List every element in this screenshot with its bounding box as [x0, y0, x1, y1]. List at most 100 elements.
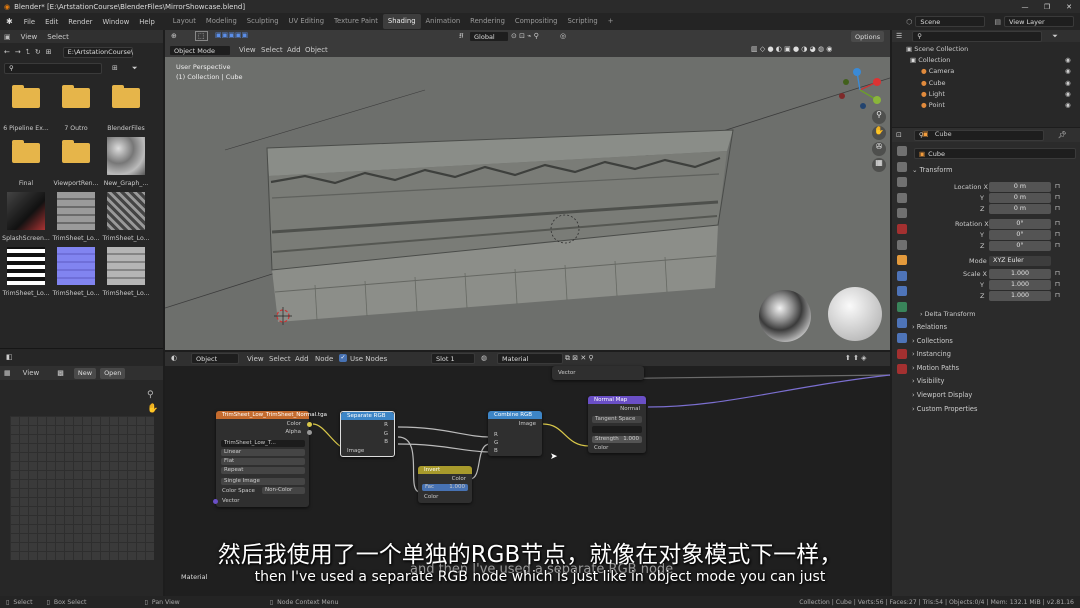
image-thumbnail[interactable]	[7, 247, 45, 285]
file-item-label[interactable]: 7 Outro	[51, 125, 101, 132]
tab-uv-editing[interactable]: UV Editing	[284, 14, 329, 29]
section-visibility[interactable]: › Visibility	[912, 377, 944, 385]
pin-icon[interactable]: 📌︎	[1058, 131, 1067, 139]
socket-alpha-out[interactable]	[307, 430, 312, 435]
folder-icon[interactable]	[57, 137, 95, 175]
move-view-icon[interactable]: ✋	[872, 126, 886, 140]
properties-tab-texture-icon[interactable]	[897, 364, 907, 375]
menu-window[interactable]: Window	[97, 18, 134, 26]
properties-tab-output-icon[interactable]	[897, 177, 907, 188]
file-item-label[interactable]: BlenderFiles	[101, 125, 151, 132]
lock-icon[interactable]: ⊓	[1055, 204, 1060, 212]
zoom-view-icon[interactable]: ⚲	[872, 110, 886, 124]
outliner-filter-icon[interactable]: ⏷	[1052, 32, 1058, 41]
tab-modeling[interactable]: Modeling	[201, 14, 242, 29]
file-item-label[interactable]: TrimSheet_Lo...	[101, 290, 151, 297]
file-item-label[interactable]: TrimSheet_Lo...	[51, 290, 101, 297]
collapse-icon[interactable]: ◧	[6, 353, 13, 361]
scale-y-field[interactable]: 1.000	[989, 280, 1051, 290]
outliner-item-point[interactable]: ● Point ◉	[921, 101, 1071, 109]
section-instancing[interactable]: › Instancing	[912, 350, 951, 358]
visibility-eye-icon[interactable]: ◉	[1065, 101, 1071, 109]
invert-fac-slider[interactable]: Fac 1.000	[422, 484, 468, 491]
3d-viewport[interactable]: ⊕ ⬚ ▣▣▣▣▣ ⭿ Global ⊙ ⊡ ⌁ ⚲ ◎ Options Obj…	[165, 30, 890, 350]
file-browser-view-menu[interactable]: View	[21, 33, 38, 41]
vector-node-stub[interactable]: Vector	[552, 366, 644, 380]
location-x-field[interactable]: 0 m	[989, 182, 1051, 192]
tab-texture-paint[interactable]: Texture Paint	[329, 14, 383, 29]
properties-tab-render-icon[interactable]	[897, 161, 907, 172]
invert-node[interactable]: Invert Color Fac 1.000 Color	[418, 466, 472, 503]
image-thumbnail[interactable]	[107, 137, 145, 175]
properties-tab-material-icon[interactable]	[897, 348, 907, 359]
menu-help[interactable]: Help	[134, 18, 160, 26]
properties-tab-view-layer-icon[interactable]	[897, 192, 907, 203]
outliner-search[interactable]: ⚲	[912, 30, 1043, 42]
scene-collection-item[interactable]: ▣ Scene Collection	[906, 45, 968, 53]
visibility-eye-icon[interactable]: ◉	[1065, 90, 1071, 98]
properties-tab-world-icon[interactable]	[897, 224, 907, 234]
image-browse-icon[interactable]: ▩	[57, 369, 64, 377]
tab-animation[interactable]: Animation	[421, 14, 466, 29]
normal-map-node[interactable]: Normal Map Normal Tangent Space Strength…	[588, 396, 646, 453]
folder-icon[interactable]	[57, 82, 95, 120]
scale-x-field[interactable]: 1.000	[989, 269, 1051, 279]
rotation-z-field[interactable]: 0°	[989, 241, 1051, 251]
outliner-item-cube[interactable]: ● Cube ◉	[921, 79, 1071, 87]
new-image-button[interactable]: New	[73, 367, 97, 379]
image-file-field[interactable]: TrimSheet_Low_T...	[221, 440, 305, 447]
properties-tab-constraints-icon[interactable]	[897, 317, 907, 328]
maximize-button[interactable]: ❐	[1036, 3, 1058, 11]
file-item-label[interactable]: SplashScreen...	[1, 235, 51, 242]
visibility-eye-icon[interactable]: ◉	[1065, 79, 1071, 87]
projection-select[interactable]: Flat	[221, 458, 305, 465]
object-name-field[interactable]: ▣ Cube	[914, 148, 1076, 159]
image-editor-view-menu[interactable]: View	[23, 369, 40, 377]
file-item-label[interactable]: TrimSheet_Lo...	[51, 235, 101, 242]
lock-icon[interactable]: ⊓	[1055, 280, 1060, 288]
file-item-label[interactable]: 6 Pipeline Ex...	[1, 125, 51, 132]
outliner-item-camera[interactable]: ● Camera ◉	[921, 67, 1071, 75]
close-button[interactable]: ✕	[1058, 3, 1080, 11]
folder-icon[interactable]	[7, 82, 45, 120]
properties-type-icon[interactable]: ⊡	[896, 131, 902, 139]
lock-icon[interactable]: ⊓	[1055, 182, 1060, 190]
lock-icon[interactable]: ⊓	[1055, 269, 1060, 277]
directory-path-field[interactable]: E:\ArtstationCourse\	[62, 46, 133, 58]
folder-icon[interactable]	[7, 137, 45, 175]
zoom-icon[interactable]: ⚲	[147, 390, 154, 400]
view-layer-selector[interactable]: View Layer	[1004, 16, 1074, 27]
menu-edit[interactable]: Edit	[40, 18, 63, 26]
properties-tab-physics-icon[interactable]	[897, 302, 907, 312]
tab-compositing[interactable]: Compositing	[510, 14, 563, 29]
properties-tab-modifier-icon[interactable]	[897, 270, 907, 281]
properties-tab-scene-icon[interactable]	[897, 208, 907, 219]
image-thumbnail[interactable]	[107, 247, 145, 285]
location-z-field[interactable]: 0 m	[989, 204, 1051, 214]
folder-icon[interactable]	[107, 82, 145, 120]
image-thumbnail[interactable]	[7, 192, 45, 230]
tab-shading[interactable]: Shading	[382, 14, 421, 29]
minimize-button[interactable]: —	[1014, 3, 1036, 11]
lock-icon[interactable]: ⊓	[1055, 291, 1060, 299]
outliner-item-collection[interactable]: ▣ Collection ◉	[910, 56, 1071, 64]
lock-icon[interactable]: ⊓	[1055, 241, 1060, 249]
navigation-gizmo[interactable]	[839, 68, 881, 109]
display-mode-icon[interactable]: ⊞	[112, 64, 118, 72]
image-thumbnail[interactable]	[57, 247, 95, 285]
normal-uv-field[interactable]	[592, 426, 642, 433]
properties-tab-object-icon[interactable]	[897, 255, 907, 266]
file-item-label[interactable]: TrimSheet_Lo...	[1, 290, 51, 297]
rotation-y-field[interactable]: 0°	[989, 230, 1051, 240]
menu-render[interactable]: Render	[63, 18, 97, 26]
properties-tab-tool-icon[interactable]	[897, 146, 907, 156]
rotation-mode-select[interactable]: XYZ Euler	[989, 256, 1051, 266]
normal-space-select[interactable]: Tangent Space	[592, 416, 642, 423]
file-item-label[interactable]: ViewportRen...	[51, 180, 101, 187]
outliner-type-icon[interactable]: ☰	[896, 32, 902, 40]
separate-rgb-node[interactable]: Separate RGB R G B Image	[340, 411, 395, 457]
properties-tab-collection-icon[interactable]	[897, 239, 907, 250]
outliner-item-light[interactable]: ● Light ◉	[921, 90, 1071, 98]
visibility-eye-icon[interactable]: ◉	[1065, 56, 1071, 64]
delta-transform-section[interactable]: › Delta Transform	[920, 310, 975, 318]
